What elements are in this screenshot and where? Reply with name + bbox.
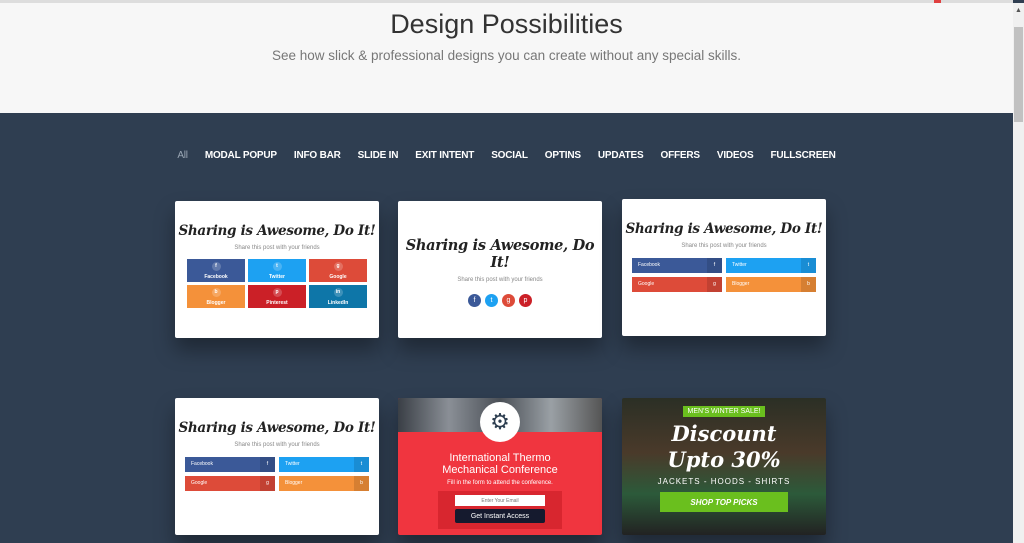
share-button[interactable]: Google g [632, 277, 722, 292]
share-button[interactable]: Blogger b [726, 277, 816, 292]
sale-line-2: Upto 30% [667, 447, 781, 472]
share-button[interactable]: Twitter t [279, 457, 369, 472]
gear-logo-icon: ⚙ [480, 402, 520, 442]
share-button[interactable]: Google g [185, 476, 275, 491]
filter-tab[interactable]: OFFERS [660, 150, 700, 161]
filter-tab[interactable]: OPTINS [545, 150, 581, 161]
social-icon: f [707, 258, 722, 273]
social-icon: p [272, 288, 282, 297]
share-label: Twitter [285, 461, 300, 467]
filter-tab[interactable]: SLIDE IN [358, 150, 399, 161]
share-button[interactable]: in LinkedIn [309, 285, 367, 308]
filter-tab[interactable]: UPDATES [598, 150, 644, 161]
share-button[interactable]: Facebook f [185, 457, 275, 472]
sale-badge: MEN'S WINTER SALE! [682, 406, 766, 417]
card-social-bars-2[interactable]: Sharing is Awesome, Do It! Share this po… [175, 398, 379, 535]
social-icon: g [260, 476, 275, 491]
share-button[interactable]: Twitter t [726, 258, 816, 273]
share-label: Blogger [285, 480, 303, 486]
conf-title-2: Mechanical Conference [442, 464, 558, 476]
share-button[interactable]: t [485, 294, 498, 307]
share-button[interactable]: p [519, 294, 532, 307]
social-icon: b [211, 288, 221, 297]
page-title: Design Possibilities [390, 9, 623, 39]
share-label: Blogger [206, 300, 226, 306]
card-subtitle: Share this post with your friends [234, 245, 320, 251]
conf-subtitle: Fill in the form to attend the conferenc… [447, 480, 553, 486]
social-icon: t [272, 262, 282, 271]
card-title: Sharing is Awesome, Do It! [178, 420, 376, 436]
share-button[interactable]: Facebook f [632, 258, 722, 273]
get-access-button[interactable]: Get Instant Access [455, 509, 545, 523]
social-icon: b [354, 476, 369, 491]
scroll-up-icon[interactable]: ▲ [1015, 7, 1022, 14]
social-icon: t [801, 258, 816, 273]
filter-tab[interactable]: All [177, 150, 188, 161]
share-label: Facebook [191, 461, 213, 467]
card-social-bars[interactable]: Sharing is Awesome, Do It! Share this po… [622, 199, 826, 336]
filter-tab[interactable]: SOCIAL [491, 150, 528, 161]
shop-button[interactable]: SHOP TOP PICKS [660, 492, 788, 512]
card-title: Sharing is Awesome, Do It! [178, 223, 376, 239]
card-subtitle: Share this post with your friends [681, 243, 767, 249]
conf-title-1: International Thermo [449, 452, 551, 464]
share-button[interactable]: Blogger b [279, 476, 369, 491]
share-label: Twitter [268, 274, 286, 280]
card-conference[interactable]: ⚙ International Thermo Mechanical Confere… [398, 398, 602, 535]
social-icon: g [707, 277, 722, 292]
card-subtitle: Share this post with your friends [457, 277, 543, 283]
share-label: Facebook [638, 262, 660, 268]
share-button[interactable]: t Twitter [248, 259, 306, 282]
email-input[interactable] [455, 495, 545, 506]
scrollbar-thumb[interactable] [1014, 27, 1023, 122]
card-social-dots[interactable]: Sharing is Awesome, Do It! Share this po… [398, 201, 602, 338]
page-subtitle: See how slick & professional designs you… [272, 48, 741, 63]
share-label: Blogger [732, 281, 750, 287]
share-label: Facebook [204, 274, 228, 280]
sale-categories: JACKETS - HOODS - SHIRTS [657, 477, 791, 486]
card-title: Sharing is Awesome, Do It! [625, 221, 823, 237]
filter-tab[interactable]: MODAL POPUP [205, 150, 277, 161]
share-label: LinkedIn [327, 300, 349, 306]
filter-tab[interactable]: EXIT INTENT [415, 150, 474, 161]
share-button[interactable]: g Google [309, 259, 367, 282]
card-sale[interactable]: MEN'S WINTER SALE! Discount Upto 30% JACK… [622, 398, 826, 535]
share-button[interactable]: f [468, 294, 481, 307]
social-icon: b [801, 277, 816, 292]
share-button[interactable]: f Facebook [187, 259, 245, 282]
filter-nav: All MODAL POPUP INFO BAR SLIDE IN EXIT INTEN… [0, 150, 1013, 161]
share-button[interactable]: g [502, 294, 515, 307]
social-icon: f [260, 457, 275, 472]
social-icon: f [211, 262, 221, 271]
share-button[interactable]: p Pinterest [248, 285, 306, 308]
filter-tab[interactable]: INFO BAR [294, 150, 341, 161]
social-icon: t [354, 457, 369, 472]
scrollbar[interactable]: ▲ [1013, 3, 1024, 543]
share-label: Google [329, 274, 347, 280]
social-icon: g [333, 262, 343, 271]
share-button[interactable]: b Blogger [187, 285, 245, 308]
card-subtitle: Share this post with your friends [234, 442, 320, 448]
share-label: Twitter [732, 262, 747, 268]
social-icon: in [333, 288, 343, 297]
hero: Design Possibilities See how slick & pro… [0, 3, 1013, 113]
card-title: Sharing is Awesome, Do It! [405, 237, 595, 271]
card-social-grid[interactable]: Sharing is Awesome, Do It! Share this po… [175, 201, 379, 338]
share-label: Google [191, 480, 208, 486]
sale-line-1: Discount [671, 421, 777, 446]
filter-tab[interactable]: VIDEOS [717, 150, 754, 161]
optin-form: Get Instant Access [438, 491, 562, 529]
filter-tab[interactable]: FULLSCREEN [770, 150, 835, 161]
share-label: Pinterest [266, 300, 288, 306]
share-label: Google [638, 281, 655, 287]
